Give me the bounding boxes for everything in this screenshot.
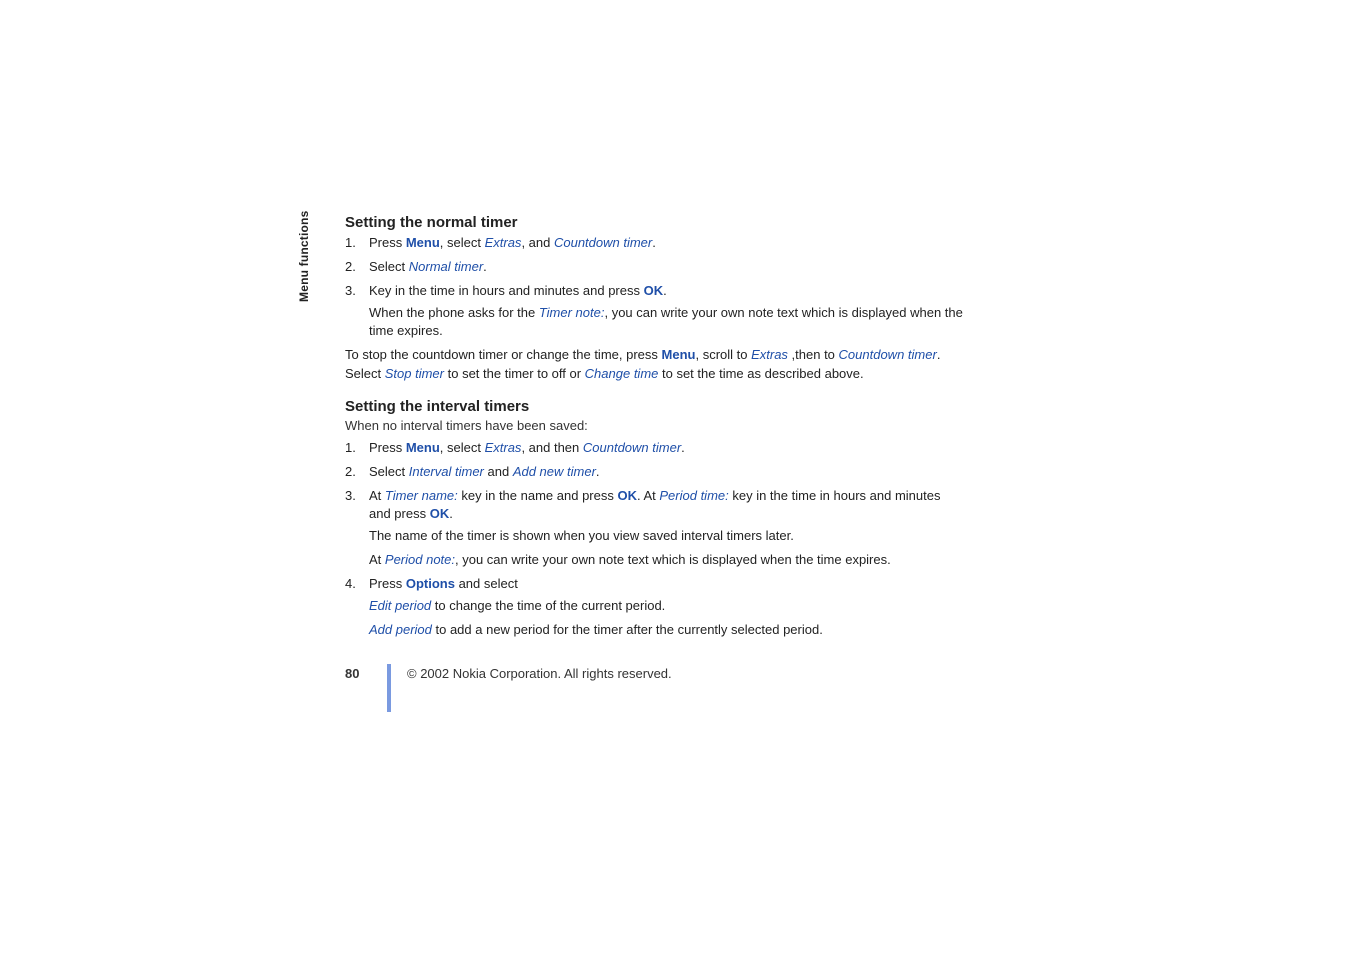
step-note: At Period note:, you can write your own … [369,551,965,570]
ok-key: OK [430,506,450,521]
footer-accent-bar [387,664,391,712]
page-number: 80 [345,666,359,681]
menu-key: Menu [662,347,696,362]
option-period-note: Period note: [385,552,455,567]
sidebar-section-label: Menu functions [297,211,311,302]
option-change-time: Change time [585,366,659,381]
text: to set the time as described above. [658,366,863,381]
text: . [483,259,487,274]
option-timer-name: Timer name: [385,488,458,503]
text: At [369,552,385,567]
option-extras: Extras [485,440,522,455]
text: and select [455,576,518,591]
heading-interval-timers: Setting the interval timers [345,398,965,415]
option-countdown-timer: Countdown timer [554,235,652,250]
steps-normal-timer: Press Menu, select Extras, and Countdown… [345,234,965,341]
step-item: Press Menu, select Extras, and then Coun… [345,439,965,458]
text: When the phone asks for the [369,305,539,320]
text: Press [369,576,406,591]
option-interval-timer: Interval timer [409,464,484,479]
step-item: Press Menu, select Extras, and Countdown… [345,234,965,253]
text: To stop the countdown timer or change th… [345,347,662,362]
text: , scroll to [695,347,751,362]
ok-key: OK [644,283,664,298]
text: Press [369,235,406,250]
step-item: Select Normal timer. [345,258,965,277]
paragraph: To stop the countdown timer or change th… [345,346,965,384]
step-item: Select Interval timer and Add new timer. [345,463,965,482]
text: , select [440,235,485,250]
text: . [596,464,600,479]
option-stop-timer: Stop timer [385,366,444,381]
text: Select [369,464,409,479]
option-edit-period: Edit period [369,598,431,613]
step-note: Edit period to change the time of the cu… [369,597,965,616]
text: , and then [521,440,582,455]
text: , you can write your own note text which… [455,552,891,567]
menu-key: Menu [406,235,440,250]
document-content: Menu functions Setting the normal timer … [345,214,965,645]
text: . [663,283,667,298]
option-add-new-timer: Add new timer [513,464,596,479]
text: At [369,488,385,503]
step-note: The name of the timer is shown when you … [369,527,965,546]
text: , select [440,440,485,455]
steps-interval-timers: Press Menu, select Extras, and then Coun… [345,439,965,640]
ok-key: OK [617,488,637,503]
text: Select [369,259,409,274]
text: . [681,440,685,455]
text: ,then to [788,347,839,362]
text: Press [369,440,406,455]
step-item: At Timer name: key in the name and press… [345,487,965,570]
text: to set the timer to off or [444,366,585,381]
copyright-text: © 2002 Nokia Corporation. All rights res… [407,666,672,681]
option-normal-timer: Normal timer [409,259,483,274]
text: , and [521,235,554,250]
options-key: Options [406,576,455,591]
menu-key: Menu [406,440,440,455]
heading-normal-timer: Setting the normal timer [345,214,965,231]
option-timer-note: Timer note: [539,305,605,320]
step-note: Add period to add a new period for the t… [369,621,965,640]
step-item: Key in the time in hours and minutes and… [345,282,965,342]
step-note: When the phone asks for the Timer note:,… [369,304,965,342]
page-footer: 80 © 2002 Nokia Corporation. All rights … [345,666,965,714]
option-extras: Extras [485,235,522,250]
text: . [652,235,656,250]
text: to add a new period for the timer after … [432,622,823,637]
option-period-time: Period time: [659,488,728,503]
option-add-period: Add period [369,622,432,637]
text: Key in the time in hours and minutes and… [369,283,644,298]
subtext: When no interval timers have been saved: [345,418,965,433]
text: to change the time of the current period… [431,598,665,613]
option-countdown-timer: Countdown timer [583,440,681,455]
option-countdown-timer: Countdown timer [839,347,937,362]
text: . At [637,488,659,503]
text: key in the name and press [458,488,618,503]
step-item: Press Options and select Edit period to … [345,575,965,640]
text: and [484,464,513,479]
option-extras: Extras [751,347,788,362]
text: . [449,506,453,521]
